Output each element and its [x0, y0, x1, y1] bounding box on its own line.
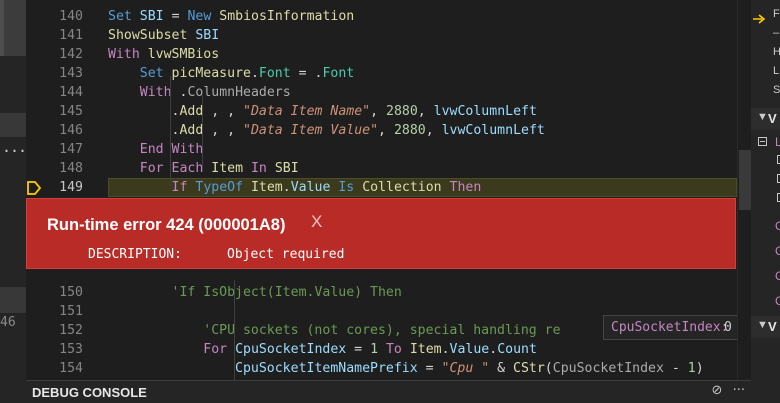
code-line[interactable]: 154 CpuSocketItemNamePrefix = "Cpu " & C…	[26, 359, 737, 378]
line-number: 149	[59, 180, 83, 195]
line-number: 152	[59, 323, 83, 338]
variable-item[interactable]: L	[775, 135, 780, 149]
debug-side-panel: F – H L S ▼ V L C C C C ▼ V	[751, 0, 780, 403]
variable-item[interactable]: C	[775, 219, 780, 233]
variables-section-header[interactable]: ▼ V	[751, 108, 780, 130]
variable-hover-tooltip: CpuSocketIndex: 0	[603, 315, 738, 340]
call-stack-line: F	[773, 8, 780, 20]
code-text[interactable]: For CpuSocketIndex = 1 To Item.Value.Cou…	[108, 340, 537, 359]
call-stack-line: –	[773, 27, 780, 39]
runtime-error-banner: Run-time error 424 (000001A8) X DESCRIPT…	[26, 198, 736, 269]
tooltip-variable-value: 0	[724, 320, 732, 335]
line-number: 146	[59, 123, 83, 138]
line-number: 145	[59, 104, 83, 119]
indent-guide	[170, 76, 171, 186]
section-title: V	[768, 111, 777, 126]
code-line[interactable]: 143 Set picMeasure.Font = .Font	[26, 64, 737, 83]
line-number: 140	[59, 9, 83, 24]
indent-guide	[202, 95, 203, 171]
line-number: 143	[59, 66, 83, 81]
indent-guide	[234, 280, 235, 380]
code-text[interactable]: With .ColumnHeaders	[108, 83, 291, 102]
code-text[interactable]: .Add , , "Data Item Value", 2880, lvwCol…	[108, 121, 545, 140]
more-actions-icon[interactable]: ···	[2, 142, 27, 160]
error-title: Run-time error 424 (000001A8)	[47, 216, 286, 234]
sidebar-panel-block	[0, 287, 26, 313]
call-stack-line: H	[773, 46, 780, 58]
code-line[interactable]: 150 'If IsObject(Item.Value) Then	[26, 283, 737, 302]
error-description-label: DESCRIPTION:	[88, 247, 182, 262]
tooltip-variable-name: CpuSocketIndex:	[611, 320, 729, 335]
line-number: 150	[59, 285, 83, 300]
sidebar-line-fragment: 46	[0, 315, 16, 330]
error-description-value: Object required	[227, 247, 345, 262]
code-text[interactable]: For Each Item In SBI	[108, 159, 299, 178]
code-text[interactable]: Set picMeasure.Font = .Font	[108, 64, 354, 83]
variable-item[interactable]: C	[775, 269, 780, 283]
line-number: 148	[59, 161, 83, 176]
line-number: 151	[59, 304, 83, 319]
code-text[interactable]: ShowSubset SBI	[108, 26, 219, 45]
clear-console-icon[interactable]: ⊘	[712, 383, 723, 398]
line-number: 144	[59, 85, 83, 100]
left-sidebar-strip: ··· 46	[0, 0, 27, 403]
section-title: V	[768, 319, 777, 334]
code-line[interactable]: 149 If TypeOf Item.Value Is Collection T…	[26, 178, 737, 197]
debug-console-panel: DEBUG CONSOLE ⊘ ···	[26, 380, 751, 403]
code-line[interactable]: 141 ShowSubset SBI	[26, 26, 737, 45]
call-stack-line: S	[773, 84, 780, 96]
code-text[interactable]: CpuSocketItemNamePrefix = "Cpu " & CStr(…	[108, 359, 704, 378]
debug-console-title[interactable]: DEBUG CONSOLE	[32, 385, 147, 400]
sidebar-panel-block	[0, 0, 26, 56]
code-line[interactable]: 146 .Add , , "Data Item Value", 2880, lv…	[26, 121, 737, 140]
code-text[interactable]: If TypeOf Item.Value Is Collection Then	[108, 178, 482, 197]
code-line[interactable]: 144 With .ColumnHeaders	[26, 83, 737, 102]
code-text[interactable]: With lvwSMBios	[108, 45, 219, 64]
code-line[interactable]: 140 Set SBI = New SmbiosInformation	[26, 7, 737, 26]
close-error-icon[interactable]: X	[311, 212, 322, 232]
line-number: 142	[59, 47, 83, 62]
code-line[interactable]: 153 For CpuSocketIndex = 1 To Item.Value…	[26, 340, 737, 359]
line-number: 153	[59, 342, 83, 357]
chevron-down-icon: ▼	[757, 319, 768, 331]
watch-section-header[interactable]: ▼ V	[751, 316, 780, 338]
line-number: 154	[59, 361, 83, 376]
scrollbar-thumb[interactable]	[739, 150, 751, 210]
code-line[interactable]: 145 .Add , , "Data Item Name", 2880, lvw…	[26, 102, 737, 121]
call-stack-arrow-icon	[753, 14, 766, 24]
code-text[interactable]: .Add , , "Data Item Name", 2880, lvwColu…	[108, 102, 537, 121]
code-line[interactable]: 148 For Each Item In SBI	[26, 159, 737, 178]
code-text[interactable]: 'CPU sockets (not cores), special handli…	[108, 321, 560, 340]
code-line[interactable]: 142 With lvwSMBios	[26, 45, 737, 64]
code-text[interactable]: End With	[108, 140, 204, 159]
line-number: 141	[59, 28, 83, 43]
chevron-down-icon: ▼	[757, 111, 768, 123]
sidebar-panel-block	[0, 113, 26, 137]
line-number: 147	[59, 142, 83, 157]
code-text[interactable]: 'If IsObject(Item.Value) Then	[108, 283, 402, 302]
variable-item[interactable]: C	[775, 244, 780, 258]
collapse-icon[interactable]	[758, 137, 767, 146]
variable-item[interactable]: C	[775, 294, 780, 308]
call-stack-line: L	[773, 65, 780, 77]
editor-scrollbar[interactable]	[737, 0, 751, 403]
code-text[interactable]: Set SBI = New SmbiosInformation	[108, 7, 354, 26]
more-icon[interactable]: ···	[733, 383, 745, 398]
code-line[interactable]: 147 End With	[26, 140, 737, 159]
